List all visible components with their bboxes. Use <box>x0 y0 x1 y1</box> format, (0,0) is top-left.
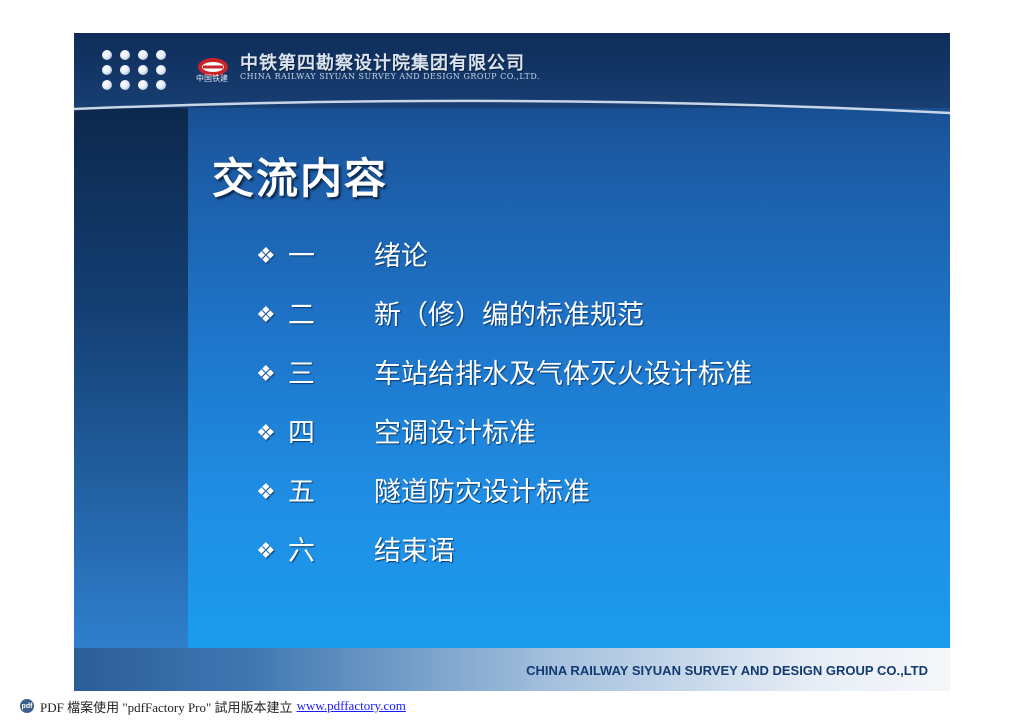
diamond-bullet-icon: ❖ <box>256 244 276 269</box>
agenda-number: 六 <box>288 536 315 567</box>
agenda-text: 结束语 <box>374 536 455 567</box>
agenda-number: 二 <box>288 300 315 331</box>
pdf-watermark-note: pdf PDF 檔案使用 "pdfFactory Pro" 試用版本建立 www… <box>20 697 406 715</box>
pdffactory-link[interactable]: www.pdffactory.com <box>297 698 406 714</box>
header-arc <box>74 99 950 115</box>
agenda-item: ❖ 六 结束语 <box>256 534 906 570</box>
agenda-item: ❖ 一 绪论 <box>256 239 906 275</box>
pdf-note-text: PDF 檔案使用 "pdfFactory Pro" 試用版本建立 <box>40 699 293 715</box>
agenda-item: ❖ 三 车站给排水及气体灭火设计标准 <box>256 357 906 393</box>
logo-caption: 中国铁建 <box>196 74 228 83</box>
agenda-text: 隧道防灾设计标准 <box>374 477 590 508</box>
agenda-item: ❖ 四 空调设计标准 <box>256 416 906 452</box>
pdf-icon: pdf <box>20 699 34 713</box>
company-name-en: CHINA RAILWAY SIYUAN SURVEY AND DESIGN G… <box>240 72 541 81</box>
decorative-dots <box>102 50 174 94</box>
agenda-item: ❖ 二 新（修）编的标准规范 <box>256 298 906 334</box>
diamond-bullet-icon: ❖ <box>256 421 276 446</box>
agenda-text: 车站给排水及气体灭火设计标准 <box>374 359 752 390</box>
agenda-number: 一 <box>288 241 315 272</box>
slide-title: 交流内容 <box>212 154 389 203</box>
agenda-text: 绪论 <box>374 241 428 272</box>
agenda-number: 四 <box>288 418 315 449</box>
slide: 中国铁建 中铁第四勘察设计院集团有限公司 CHINA RAILWAY SIYUA… <box>74 33 950 691</box>
agenda-text: 新（修）编的标准规范 <box>374 300 644 331</box>
diamond-bullet-icon: ❖ <box>256 362 276 387</box>
agenda-number: 三 <box>288 359 315 390</box>
footer-company-name: CHINA RAILWAY SIYUAN SURVEY AND DESIGN G… <box>526 663 928 678</box>
agenda-number: 五 <box>288 477 315 508</box>
agenda-item: ❖ 五 隧道防灾设计标准 <box>256 475 906 511</box>
diamond-bullet-icon: ❖ <box>256 480 276 505</box>
agenda-text: 空调设计标准 <box>374 418 536 449</box>
diamond-bullet-icon: ❖ <box>256 539 276 564</box>
diamond-bullet-icon: ❖ <box>256 303 276 328</box>
